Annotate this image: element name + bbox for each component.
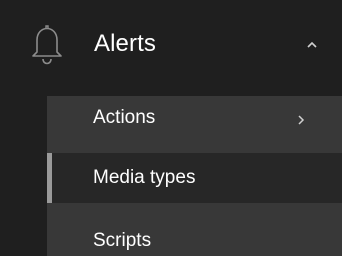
- submenu-item-label: Media types: [93, 167, 196, 188]
- sidebar-menu: Alerts Actions Media types Scripts: [0, 0, 342, 256]
- submenu-item-media-types[interactable]: Media types: [47, 153, 342, 203]
- submenu-item-label: Actions: [93, 107, 156, 128]
- submenu-item-actions[interactable]: Actions: [47, 96, 342, 144]
- submenu-item-label: Scripts: [93, 230, 152, 251]
- chevron-up-icon: [307, 41, 317, 48]
- chevron-right-icon: [298, 115, 305, 125]
- bell-icon: [32, 25, 62, 65]
- submenu-item-scripts[interactable]: Scripts: [47, 220, 342, 256]
- alerts-submenu: Actions Media types Scripts: [0, 96, 342, 256]
- active-indicator: [47, 153, 52, 203]
- submenu-gutter: [0, 96, 47, 256]
- menu-section-alerts[interactable]: Alerts: [0, 0, 342, 96]
- menu-section-label: Alerts: [94, 30, 156, 57]
